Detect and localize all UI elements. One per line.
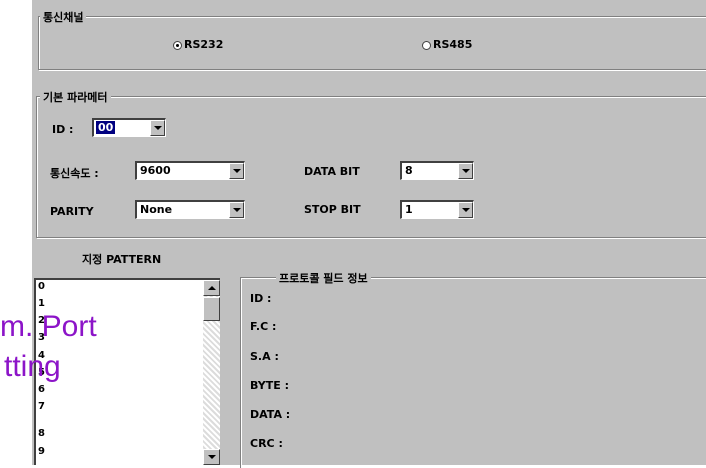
scroll-down-icon[interactable] [203, 449, 220, 465]
rs232-radio[interactable] [173, 41, 182, 50]
rs232-label[interactable]: RS232 [184, 38, 223, 51]
list-item[interactable]: 7 [38, 401, 45, 412]
scroll-thumb[interactable] [203, 297, 220, 321]
data-bit-value: 8 [405, 164, 413, 177]
overlay-line-1: m. Port [0, 310, 97, 343]
chevron-down-icon[interactable] [229, 163, 244, 179]
stop-bit-select[interactable]: 1 [400, 200, 474, 219]
dialog-window: 통신채널 RS232 RS485 기본 파라메터 ID : 00 통신속도 : … [32, 0, 706, 468]
overlay-caption: m. Port tting [0, 307, 97, 387]
parity-value: None [140, 203, 173, 216]
pattern-scrollbar[interactable] [203, 280, 220, 465]
protocol-field-crc: CRC : [250, 437, 283, 450]
protocol-field-fc: F.C : [250, 320, 277, 333]
chevron-down-icon[interactable] [150, 120, 165, 136]
comm-channel-legend: 통신채널 [40, 9, 87, 25]
chevron-down-icon[interactable] [458, 163, 473, 179]
scroll-up-icon[interactable] [203, 280, 220, 296]
protocol-field-data: DATA : [250, 408, 291, 421]
protocol-legend: 프로토콜 필드 정보 [276, 270, 371, 286]
list-item[interactable]: 9 [38, 446, 45, 457]
basic-params-legend: 기본 파라메터 [40, 89, 111, 105]
protocol-field-id: ID : [250, 292, 272, 305]
parity-select[interactable]: None [135, 200, 245, 219]
list-item[interactable]: 8 [38, 428, 45, 439]
overlay-line-2: tting [4, 350, 61, 383]
id-value: 00 [96, 121, 116, 134]
chevron-down-icon[interactable] [458, 202, 473, 218]
parity-label: PARITY [50, 205, 94, 218]
id-label: ID : [52, 123, 74, 136]
rs485-radio[interactable] [422, 41, 431, 50]
data-bit-select[interactable]: 8 [400, 161, 474, 180]
rs485-label[interactable]: RS485 [433, 38, 472, 51]
baud-label: 통신속도 : [50, 167, 99, 180]
pattern-title: 지정 PATTERN [82, 253, 162, 266]
comm-channel-group [38, 16, 706, 70]
stop-bit-value: 1 [405, 203, 413, 216]
data-bit-label: DATA BIT [304, 165, 360, 178]
list-item[interactable]: 0 [38, 281, 45, 292]
baud-value: 9600 [140, 164, 171, 177]
protocol-group [240, 277, 706, 468]
stop-bit-label: STOP BIT [304, 203, 361, 216]
id-select[interactable]: 00 [92, 118, 166, 137]
chevron-down-icon[interactable] [229, 202, 244, 218]
protocol-field-byte: BYTE : [250, 379, 289, 392]
protocol-field-sa: S.A : [250, 350, 279, 363]
baud-select[interactable]: 9600 [135, 161, 245, 180]
